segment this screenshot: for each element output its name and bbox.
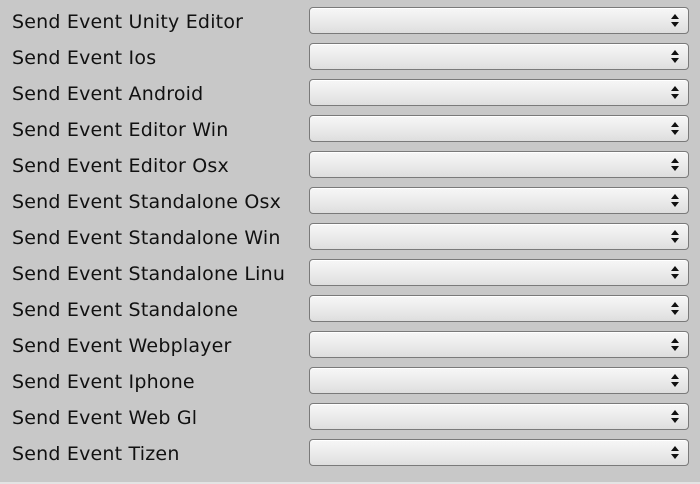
row-send-event-web-gl: Send Event Web Gl — [0, 400, 700, 436]
up-down-arrows-icon — [671, 374, 679, 388]
send-event-standalone-dropdown[interactable] — [309, 295, 689, 322]
up-down-arrows-icon — [671, 446, 679, 460]
row-send-event-tizen: Send Event Tizen — [0, 436, 700, 472]
send-event-editor-osx-dropdown[interactable] — [309, 151, 689, 178]
send-event-iphone-dropdown[interactable] — [309, 367, 689, 394]
row-send-event-standalone-win: Send Event Standalone Win — [0, 220, 700, 256]
row-label: Send Event Web Gl — [12, 407, 198, 429]
row-send-event-editor-osx: Send Event Editor Osx — [0, 148, 700, 184]
up-down-arrows-icon — [671, 50, 679, 64]
send-event-standalone-linux-dropdown[interactable] — [309, 259, 689, 286]
row-label: Send Event Iphone — [12, 371, 195, 393]
row-send-event-ios: Send Event Ios — [0, 40, 700, 76]
row-send-event-editor-win: Send Event Editor Win — [0, 112, 700, 148]
up-down-arrows-icon — [671, 122, 679, 136]
row-label: Send Event Editor Win — [12, 119, 229, 141]
row-label: Send Event Ios — [12, 47, 157, 69]
send-event-standalone-win-dropdown[interactable] — [309, 223, 689, 250]
up-down-arrows-icon — [671, 302, 679, 316]
inspector-panel: Send Event Unity Editor Send Event Ios S… — [0, 0, 700, 484]
send-event-webplayer-dropdown[interactable] — [309, 331, 689, 358]
up-down-arrows-icon — [671, 338, 679, 352]
send-event-editor-win-dropdown[interactable] — [309, 115, 689, 142]
row-label: Send Event Editor Osx — [12, 155, 229, 177]
row-send-event-standalone-linux: Send Event Standalone Linu — [0, 256, 700, 292]
send-event-list: Send Event Unity Editor Send Event Ios S… — [0, 4, 700, 472]
row-send-event-standalone: Send Event Standalone — [0, 292, 700, 328]
row-label: Send Event Webplayer — [12, 335, 232, 357]
send-event-ios-dropdown[interactable] — [309, 43, 689, 70]
row-send-event-iphone: Send Event Iphone — [0, 364, 700, 400]
up-down-arrows-icon — [671, 410, 679, 424]
send-event-standalone-osx-dropdown[interactable] — [309, 187, 689, 214]
row-label: Send Event Standalone Win — [12, 227, 281, 249]
send-event-unity-editor-dropdown[interactable] — [309, 7, 689, 34]
row-label: Send Event Tizen — [12, 443, 180, 465]
row-label: Send Event Standalone Linu — [12, 263, 286, 285]
row-send-event-standalone-osx: Send Event Standalone Osx — [0, 184, 700, 220]
up-down-arrows-icon — [671, 266, 679, 280]
row-label: Send Event Unity Editor — [12, 11, 244, 33]
send-event-web-gl-dropdown[interactable] — [309, 403, 689, 430]
row-label: Send Event Standalone Osx — [12, 191, 282, 213]
row-label: Send Event Standalone — [12, 299, 239, 321]
send-event-tizen-dropdown[interactable] — [309, 439, 689, 466]
row-send-event-unity-editor: Send Event Unity Editor — [0, 4, 700, 40]
row-send-event-android: Send Event Android — [0, 76, 700, 112]
up-down-arrows-icon — [671, 14, 679, 28]
send-event-android-dropdown[interactable] — [309, 79, 689, 106]
up-down-arrows-icon — [671, 158, 679, 172]
row-label: Send Event Android — [12, 83, 204, 105]
up-down-arrows-icon — [671, 230, 679, 244]
up-down-arrows-icon — [671, 194, 679, 208]
row-send-event-webplayer: Send Event Webplayer — [0, 328, 700, 364]
up-down-arrows-icon — [671, 86, 679, 100]
